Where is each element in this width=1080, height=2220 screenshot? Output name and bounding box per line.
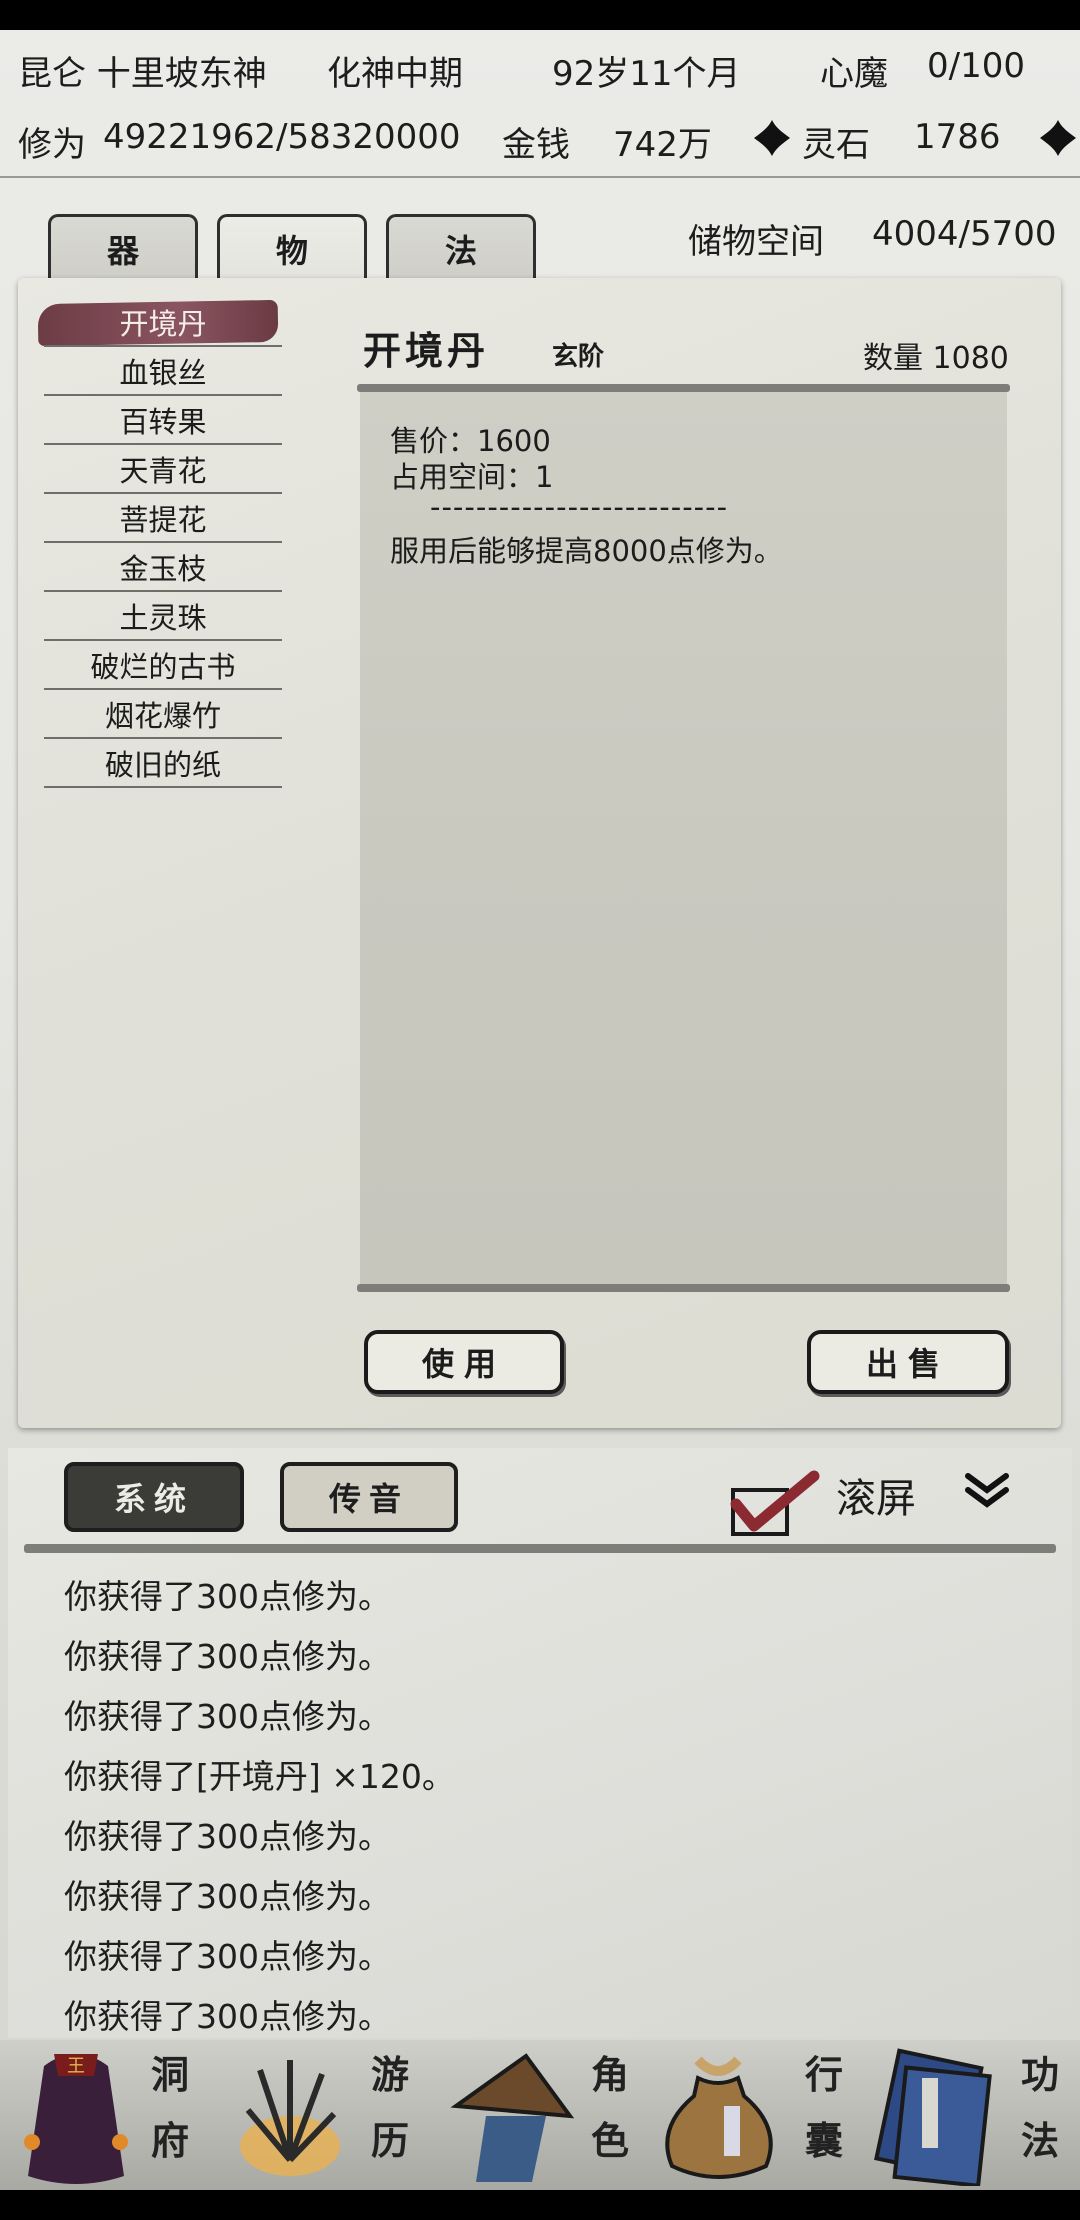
- system-nav-bar: [0, 2190, 1080, 2220]
- list-item[interactable]: 菩提花: [44, 494, 282, 543]
- bag-icon: [654, 2048, 784, 2188]
- nav-travel-label-bottom: 历: [370, 2118, 409, 2163]
- nav-item-travel[interactable]: 游 历: [220, 2040, 409, 2190]
- log-line: 你获得了300点修为。: [64, 1877, 391, 1916]
- item-description: 服用后能够提高8000点修为。: [390, 534, 783, 568]
- spirit-stone-label: 灵石: [802, 125, 870, 165]
- storage-label: 储物空间: [688, 222, 824, 262]
- list-item[interactable]: 百转果: [44, 396, 282, 445]
- item-description-paper: [360, 392, 1007, 1284]
- list-item[interactable]: 天青花: [44, 445, 282, 494]
- list-item[interactable]: 金玉枝: [44, 543, 282, 592]
- scroll-label: 滚屏: [836, 1476, 916, 1522]
- log-tab-whisper[interactable]: 传音: [280, 1462, 458, 1532]
- list-item[interactable]: 破烂的古书: [44, 641, 282, 690]
- log-line: 你获得了300点修为。: [64, 1817, 391, 1856]
- nav-travel-label-top: 游: [370, 2052, 409, 2097]
- chevron-down-icon[interactable]: [964, 1470, 1010, 1510]
- nav-bag-label-top: 行: [804, 2052, 843, 2097]
- cultivation-value: 49221962/58320000: [103, 117, 461, 157]
- log-line: 你获得了[开境丹] ×120。: [64, 1757, 455, 1796]
- list-item-kaijingdan[interactable]: 开境丹: [44, 298, 282, 347]
- nav-skills-label-bottom: 法: [1020, 2118, 1059, 2163]
- heart-demon-value: 0/100: [927, 46, 1025, 86]
- nav-bag-label-bottom: 囊: [804, 2118, 843, 2163]
- svg-text:王: 王: [67, 2056, 85, 2077]
- nav-cave-label-bottom: 府: [150, 2118, 189, 2163]
- list-item[interactable]: 土灵珠: [44, 592, 282, 641]
- header-divider: [0, 176, 1080, 178]
- detail-bottom-rule: [357, 1284, 1010, 1292]
- heart-demon-label: 心魔: [820, 54, 888, 94]
- detail-top-rule: [357, 384, 1010, 392]
- scroll-checkbox[interactable]: [730, 1470, 820, 1536]
- log-line: 你获得了300点修为。: [64, 1577, 391, 1616]
- cave-icon: 王: [14, 2046, 138, 2186]
- item-quantity: 数量 1080: [863, 341, 1009, 376]
- money-label: 金钱: [502, 125, 570, 165]
- detail-divider: --------------------------: [430, 490, 729, 524]
- use-button[interactable]: 使用: [364, 1330, 564, 1394]
- log-line: 你获得了300点修为。: [64, 1937, 391, 1976]
- skill-book-icon: [868, 2048, 1008, 2188]
- tab-items[interactable]: 物: [217, 214, 367, 280]
- list-item[interactable]: 烟花爆竹: [44, 690, 282, 739]
- character-icon: [446, 2046, 576, 2186]
- item-grade: 玄阶: [552, 342, 605, 372]
- nav-cave-label-top: 洞: [150, 2052, 189, 2097]
- spirit-stone-icon: [752, 118, 792, 158]
- nav-item-bag[interactable]: 行 囊: [654, 2040, 843, 2190]
- money-value: 742万: [613, 125, 712, 165]
- log-tab-system[interactable]: 系统: [64, 1462, 244, 1532]
- age-text: 92岁11个月: [552, 54, 741, 94]
- log-divider: [24, 1544, 1056, 1553]
- nav-item-cave[interactable]: 王 洞 府: [10, 2040, 189, 2190]
- nav-character-label-top: 角: [590, 2052, 629, 2097]
- status-bar: [0, 0, 1080, 30]
- tab-techniques[interactable]: 法: [386, 214, 536, 280]
- list-item[interactable]: 破旧的纸: [44, 739, 282, 788]
- spirit-stone-add-icon[interactable]: [1038, 118, 1078, 158]
- realm-text: 化神中期: [327, 54, 463, 94]
- sell-button[interactable]: 出售: [807, 1330, 1009, 1394]
- log-line: 你获得了300点修为。: [64, 1637, 391, 1676]
- tab-equipment[interactable]: 器: [48, 214, 198, 280]
- cultivation-label: 修为: [18, 125, 86, 165]
- nav-skills-label-top: 功: [1020, 2052, 1059, 2097]
- item-name: 开境丹: [363, 328, 490, 373]
- storage-value: 4004/5700: [872, 214, 1057, 254]
- nav-item-character[interactable]: 角 色: [440, 2040, 629, 2190]
- list-item[interactable]: 血银丝: [44, 347, 282, 396]
- nav-item-skills[interactable]: 功 法: [868, 2040, 1068, 2190]
- spirit-stone-value: 1786: [914, 117, 1001, 157]
- nav-character-label-bottom: 色: [590, 2118, 629, 2163]
- log-line: 你获得了300点修为。: [64, 1697, 391, 1736]
- location-text: 昆仑 十里坡东神: [18, 54, 267, 94]
- log-line: 你获得了300点修为。: [64, 1997, 391, 2036]
- travel-icon: [230, 2050, 350, 2186]
